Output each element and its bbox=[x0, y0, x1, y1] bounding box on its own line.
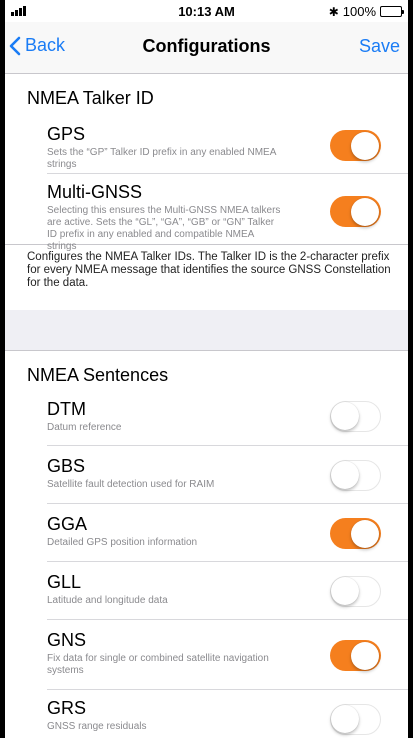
section-header-talker: NMEA Talker ID bbox=[27, 88, 154, 108]
list-item: GGA Detailed GPS position information bbox=[47, 504, 408, 562]
gll-toggle[interactable] bbox=[330, 576, 381, 607]
battery-icon bbox=[380, 6, 404, 17]
gbs-toggle[interactable] bbox=[330, 460, 381, 491]
bluetooth-icon: ✱ bbox=[328, 4, 339, 19]
screen: 10:13 AM ✱ 100% Back Configurations Save… bbox=[5, 0, 408, 738]
list-item: GPS Sets the “GP” Talker ID prefix in an… bbox=[47, 118, 408, 174]
gga-toggle[interactable] bbox=[330, 518, 381, 549]
battery-percent: 100% bbox=[342, 4, 376, 19]
section-header-sentences: NMEA Sentences bbox=[27, 365, 169, 385]
gns-toggle[interactable] bbox=[330, 640, 381, 671]
row-description: Selecting this ensures the Multi-GNSS NM… bbox=[47, 205, 281, 252]
row-description: Latitude and longitude data bbox=[47, 595, 168, 606]
list-item: GRS GNSS range residuals bbox=[47, 690, 408, 738]
multi-gnss-toggle[interactable] bbox=[330, 196, 381, 227]
row-description: Sets the “GP” Talker ID prefix in any en… bbox=[47, 147, 276, 170]
page-title: Configurations bbox=[142, 36, 271, 56]
list-item: Multi-GNSS Selecting this ensures the Mu… bbox=[47, 174, 408, 252]
save-button[interactable]: Save bbox=[359, 36, 400, 57]
list-item: GLL Latitude and longitude data bbox=[47, 562, 408, 620]
row-description: Fix data for single or combined satellit… bbox=[47, 653, 269, 676]
list-item: GNS Fix data for single or combined sate… bbox=[47, 620, 408, 690]
grs-toggle[interactable] bbox=[330, 704, 381, 735]
gps-toggle[interactable] bbox=[330, 130, 381, 161]
nav-bar: Back Configurations Save bbox=[5, 22, 408, 74]
section-separator bbox=[5, 310, 408, 350]
status-bar: 10:13 AM ✱ 100% bbox=[5, 0, 408, 22]
list-item: GBS Satellite fault detection used for R… bbox=[47, 446, 408, 504]
list-item: DTM Datum reference bbox=[47, 395, 408, 446]
row-description: Datum reference bbox=[47, 422, 122, 433]
row-description: Satellite fault detection used for RAIM bbox=[47, 479, 215, 490]
dtm-toggle[interactable] bbox=[330, 401, 381, 432]
row-description: GNSS range residuals bbox=[47, 721, 147, 732]
row-description: Detailed GPS position information bbox=[47, 537, 198, 548]
